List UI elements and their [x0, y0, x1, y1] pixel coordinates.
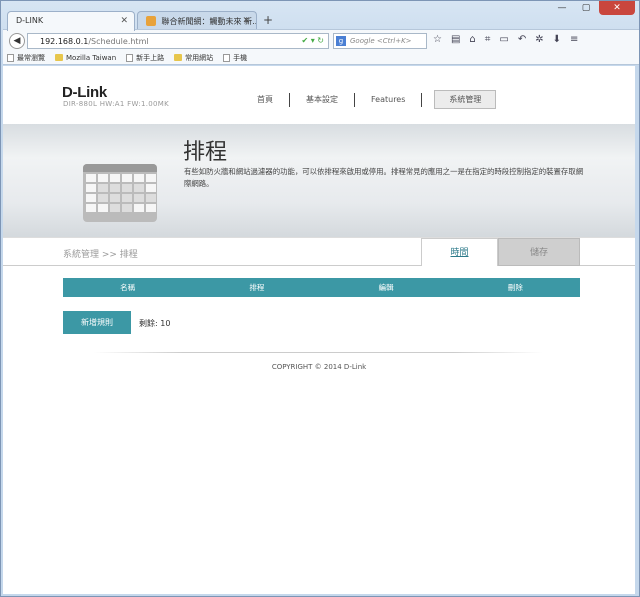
- nav-divider: [421, 92, 423, 107]
- page-title: 排程: [183, 140, 228, 165]
- bookmark-getting-started[interactable]: 新手上路: [126, 53, 164, 63]
- model-info: DIR-880L HW:A1 FW:1.00MK: [63, 100, 169, 108]
- bookmark-label: 新手上路: [136, 53, 165, 62]
- tab-dlink[interactable]: D-LINK ✕: [7, 11, 135, 31]
- column-edit: 編輯: [378, 283, 394, 292]
- home-icon[interactable]: ⌂: [469, 34, 475, 45]
- breadcrumb-row: 系統管理 >> 排程 時間 儲存: [3, 237, 635, 266]
- tab-strip: D-LINK ✕ 聯合新聞網：觸動未來 新... ✕ +: [5, 7, 635, 31]
- bookmark-label: 最常瀏覽: [17, 53, 45, 62]
- nav-home[interactable]: 首頁: [241, 94, 289, 105]
- close-tab-icon[interactable]: ✕: [242, 16, 250, 26]
- schedule-table-header: 名稱 排程 編輯 刪除: [63, 278, 580, 297]
- page-banner: 排程 有些如防火牆和網站過濾器的功能，可以依排程來啟用或停用。排程常見的應用之一…: [3, 124, 635, 237]
- undo-icon[interactable]: ↶: [518, 34, 526, 45]
- toolbar-icons: ☆ ▤ ⌂ ⌗ ▭ ↶ ✲ ⬇ ≡: [433, 34, 578, 45]
- navigation-toolbar: ◀ 192.168.0.1/Schedule.html ✔ ▾ ↻ g Goog…: [3, 29, 639, 51]
- page-description: 有些如防火牆和網站過濾器的功能，可以依排程來啟用或停用。排程常見的應用之一是在指…: [184, 167, 584, 188]
- folder-icon: [174, 54, 183, 61]
- bookmark-common-sites[interactable]: 常用網站: [174, 53, 213, 63]
- page-content: D-Link DIR-880L HW:A1 FW:1.00MK 首頁 基本設定 …: [3, 66, 635, 594]
- google-icon[interactable]: g: [336, 36, 346, 46]
- nav-features[interactable]: Features: [355, 95, 421, 104]
- dlink-logo: D-Link: [62, 84, 107, 101]
- search-placeholder: Google <Ctrl+K>: [350, 37, 412, 45]
- site-header: D-Link DIR-880L HW:A1 FW:1.00MK 首頁 基本設定 …: [3, 66, 635, 124]
- maximize-icon[interactable]: ▢: [575, 1, 597, 15]
- nav-management[interactable]: 系統管理: [434, 90, 497, 109]
- crop-icon[interactable]: ⌗: [485, 34, 491, 45]
- url-path: /Schedule.html: [88, 37, 149, 46]
- time-button[interactable]: 時間: [421, 238, 498, 266]
- close-window-icon[interactable]: ✕: [599, 1, 635, 15]
- add-rule-button[interactable]: 新增規則: [63, 311, 131, 334]
- copyright: COPYRIGHT © 2014 D-Link: [271, 363, 367, 371]
- bookmarks-bar: 最常瀏覽 Mozilla Taiwan 新手上路 常用網站 手機: [3, 51, 639, 65]
- search-input[interactable]: g Google <Ctrl+K>: [333, 33, 427, 49]
- column-name: 名稱: [120, 283, 136, 292]
- nav-basic-settings[interactable]: 基本設定: [290, 94, 354, 105]
- bookmark-label: 手機: [233, 53, 248, 62]
- calendar-icon: [83, 164, 157, 222]
- download-icon[interactable]: ⬇: [553, 34, 561, 45]
- column-schedule: 排程: [249, 283, 265, 292]
- main-nav: 首頁 基本設定 Features 系統管理: [241, 90, 497, 109]
- url-host: 192.168.0.1: [40, 37, 89, 46]
- tab-label: D-LINK: [16, 16, 44, 25]
- window-controls: — ▢ ✕: [551, 1, 635, 15]
- bookmark-star-icon[interactable]: ☆: [433, 34, 442, 45]
- menu-icon[interactable]: ≡: [570, 34, 578, 45]
- minimize-icon[interactable]: —: [551, 1, 573, 15]
- back-arrow-icon[interactable]: ◀: [9, 32, 25, 49]
- bookmark-label: Mozilla Taiwan: [66, 53, 117, 62]
- bookmarks-menu-icon[interactable]: ▤: [451, 34, 460, 45]
- column-delete: 刪除: [507, 283, 523, 292]
- bookmark-most-visited[interactable]: 最常瀏覽: [7, 53, 45, 63]
- close-tab-icon[interactable]: ✕: [120, 16, 128, 26]
- reload-icon[interactable]: ✔ ▾ ↻: [301, 36, 324, 45]
- bookmark-mozilla-taiwan[interactable]: Mozilla Taiwan: [55, 54, 116, 62]
- chat-icon[interactable]: ▭: [499, 34, 508, 45]
- save-button[interactable]: 儲存: [498, 238, 580, 266]
- breadcrumb: 系統管理 >> 排程: [63, 250, 138, 260]
- browser-window: D-LINK ✕ 聯合新聞網：觸動未來 新... ✕ + — ▢ ✕ ◀ 192…: [0, 0, 640, 597]
- page-icon: [223, 53, 231, 62]
- extension-icon[interactable]: ✲: [535, 34, 543, 45]
- tab-udn[interactable]: 聯合新聞網：觸動未來 新... ✕: [137, 11, 257, 31]
- page-icon: [126, 53, 134, 62]
- footer-divider: [93, 352, 543, 353]
- folder-icon: [55, 54, 63, 61]
- bookmark-mobile[interactable]: 手機: [223, 53, 247, 63]
- url-bar[interactable]: 192.168.0.1/Schedule.html ✔ ▾ ↻: [27, 33, 329, 49]
- new-tab-button[interactable]: +: [263, 13, 273, 27]
- favicon-icon: [146, 16, 156, 26]
- page-icon: [7, 53, 14, 62]
- bookmark-label: 常用網站: [185, 53, 214, 62]
- remaining-count: 剩餘: 10: [139, 319, 171, 328]
